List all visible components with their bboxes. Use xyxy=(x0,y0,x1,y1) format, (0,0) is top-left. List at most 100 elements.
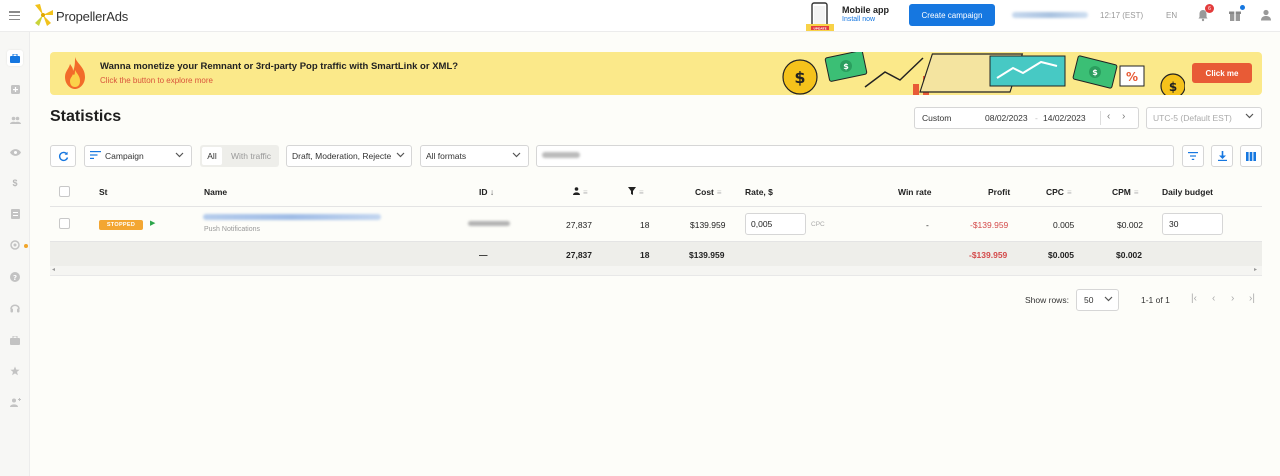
sidebar-statistics-icon[interactable] xyxy=(7,50,23,66)
mobile-app-install-link[interactable]: Install now xyxy=(842,16,875,23)
row-checkbox[interactable] xyxy=(59,218,70,229)
col-profit[interactable]: Profit xyxy=(988,187,1010,197)
top-bar xyxy=(0,0,1280,32)
col-win-rate[interactable]: Win rate xyxy=(898,187,931,197)
select-all-checkbox[interactable] xyxy=(59,186,70,197)
mobile-app-title: Mobile app xyxy=(842,5,889,15)
chevron-down-icon[interactable] xyxy=(175,150,184,159)
daily-budget-input[interactable]: 30 xyxy=(1162,213,1223,235)
menu-icon[interactable] xyxy=(9,11,20,20)
total-impressions: 27,837 xyxy=(566,250,592,260)
sidebar-audiences-icon[interactable] xyxy=(7,112,23,128)
propellerads-logo-icon[interactable] xyxy=(31,3,55,27)
sidebar-eye-icon[interactable] xyxy=(7,144,23,160)
filter-icon[interactable]: ≡ xyxy=(639,188,644,197)
col-status[interactable]: St xyxy=(99,187,108,197)
col-cpc[interactable]: CPC ≡ xyxy=(1046,187,1072,197)
filter-icon[interactable]: ≡ xyxy=(1134,188,1139,197)
col-cpc-label: CPC xyxy=(1046,187,1064,197)
next-page-icon[interactable]: › xyxy=(1231,293,1234,304)
svg-text:?: ? xyxy=(13,274,17,282)
download-button[interactable] xyxy=(1211,145,1233,167)
total-profit: -$139.959 xyxy=(969,250,1008,260)
user-icon[interactable] xyxy=(1259,8,1273,22)
sidebar-star-icon[interactable] xyxy=(7,363,23,379)
col-cost-label: Cost xyxy=(695,187,714,197)
total-id: — xyxy=(479,250,488,260)
campaign-id-redacted xyxy=(468,221,510,226)
scroll-left-icon[interactable]: ◂ xyxy=(52,266,55,273)
refresh-button[interactable] xyxy=(50,145,76,167)
search-input[interactable] xyxy=(536,145,1174,167)
traffic-all-option[interactable]: All xyxy=(202,147,222,165)
brand-name[interactable]: PropellerAds xyxy=(56,9,128,24)
funnel-icon xyxy=(628,187,636,195)
notifications-count-badge: 6 xyxy=(1205,4,1214,13)
chevron-left-icon[interactable]: ‹ xyxy=(1107,111,1110,122)
row-win-rate: - xyxy=(926,220,929,230)
horizontal-scrollbar[interactable] xyxy=(50,266,1262,276)
col-daily-budget[interactable]: Daily budget xyxy=(1162,187,1213,197)
col-cost[interactable]: Cost ≡ xyxy=(695,187,722,197)
columns-button[interactable] xyxy=(1240,145,1262,167)
rows-per-page-value: 50 xyxy=(1084,295,1094,305)
scroll-right-icon[interactable]: ▸ xyxy=(1254,266,1257,273)
col-rate[interactable]: Rate, $ xyxy=(745,187,773,197)
sidebar-finance-icon[interactable]: $ xyxy=(7,175,23,191)
play-icon[interactable]: ▶ xyxy=(150,219,155,227)
row-cpm: $0.002 xyxy=(1117,220,1143,230)
mobile-app-phone-icon[interactable]: UPDATE xyxy=(803,2,837,32)
status-badge: STOPPED xyxy=(99,220,143,230)
col-name[interactable]: Name xyxy=(204,187,227,197)
columns-icon xyxy=(1246,151,1256,161)
create-campaign-button[interactable]: Create campaign xyxy=(909,4,995,26)
table-header xyxy=(50,180,1262,207)
sidebar-support-headset-icon[interactable] xyxy=(7,300,23,316)
sidebar-referral-icon[interactable] xyxy=(7,237,23,253)
chevron-down-icon[interactable] xyxy=(1245,111,1254,120)
sidebar-briefcase-icon[interactable] xyxy=(7,332,23,348)
last-page-icon[interactable]: ›| xyxy=(1249,293,1255,304)
timezone-value: UTC-5 (Default EST) xyxy=(1153,113,1232,123)
chevron-down-icon[interactable] xyxy=(512,150,521,159)
gift-icon[interactable] xyxy=(1228,8,1242,22)
col-clicks[interactable]: ≡ xyxy=(628,187,644,197)
sidebar-documents-icon[interactable] xyxy=(7,206,23,222)
sidebar-add-user-icon[interactable] xyxy=(7,394,23,410)
chevron-down-icon[interactable] xyxy=(1104,294,1113,303)
chevron-down-icon[interactable] xyxy=(396,150,405,159)
row-cost: $139.959 xyxy=(690,220,726,230)
banner-title: Wanna monetize your Remnant or 3rd-party… xyxy=(100,61,459,72)
col-impressions[interactable]: ≡ xyxy=(573,187,588,197)
rate-input[interactable]: 0,005 xyxy=(745,213,806,235)
filter-button[interactable] xyxy=(1182,145,1204,167)
formats-value: All formats xyxy=(426,151,467,161)
sidebar-help-icon[interactable]: ? xyxy=(7,269,23,285)
col-id[interactable]: ID ↓ xyxy=(479,187,494,197)
traffic-with-option[interactable]: With traffic xyxy=(231,151,271,161)
status-value: Draft, Moderation, Rejecte xyxy=(292,151,392,161)
date-to[interactable]: 14/02/2023 xyxy=(1043,113,1086,123)
total-clicks: 18 xyxy=(640,250,650,260)
col-id-label: ID xyxy=(479,187,488,197)
user-email-redacted[interactable] xyxy=(1012,12,1088,18)
date-preset[interactable]: Custom xyxy=(922,113,951,123)
banner-click-me-button[interactable]: Click me xyxy=(1192,63,1252,83)
first-page-icon[interactable]: |‹ xyxy=(1191,293,1197,304)
col-cpm[interactable]: CPM ≡ xyxy=(1112,187,1139,197)
prev-page-icon[interactable]: ‹ xyxy=(1212,293,1215,304)
filter-icon[interactable]: ≡ xyxy=(717,188,722,197)
banner-subtitle: Click the button to explore more xyxy=(100,76,213,85)
sort-lines-icon xyxy=(90,151,101,159)
chevron-right-icon[interactable]: › xyxy=(1122,111,1125,122)
language-switch[interactable]: EN xyxy=(1166,11,1177,20)
banner-money-illustration: $ $ $ % $ xyxy=(782,52,1185,95)
campaign-name-redacted[interactable] xyxy=(203,214,381,220)
arrow-down-icon: ↓ xyxy=(487,187,495,197)
mobile-app-badge: UPDATE xyxy=(813,26,826,30)
filter-icon[interactable]: ≡ xyxy=(583,188,588,197)
search-value-redacted xyxy=(542,152,580,158)
filter-icon[interactable]: ≡ xyxy=(1067,188,1072,197)
date-from[interactable]: 08/02/2023 xyxy=(985,113,1028,123)
sidebar-campaigns-icon[interactable] xyxy=(7,81,23,97)
